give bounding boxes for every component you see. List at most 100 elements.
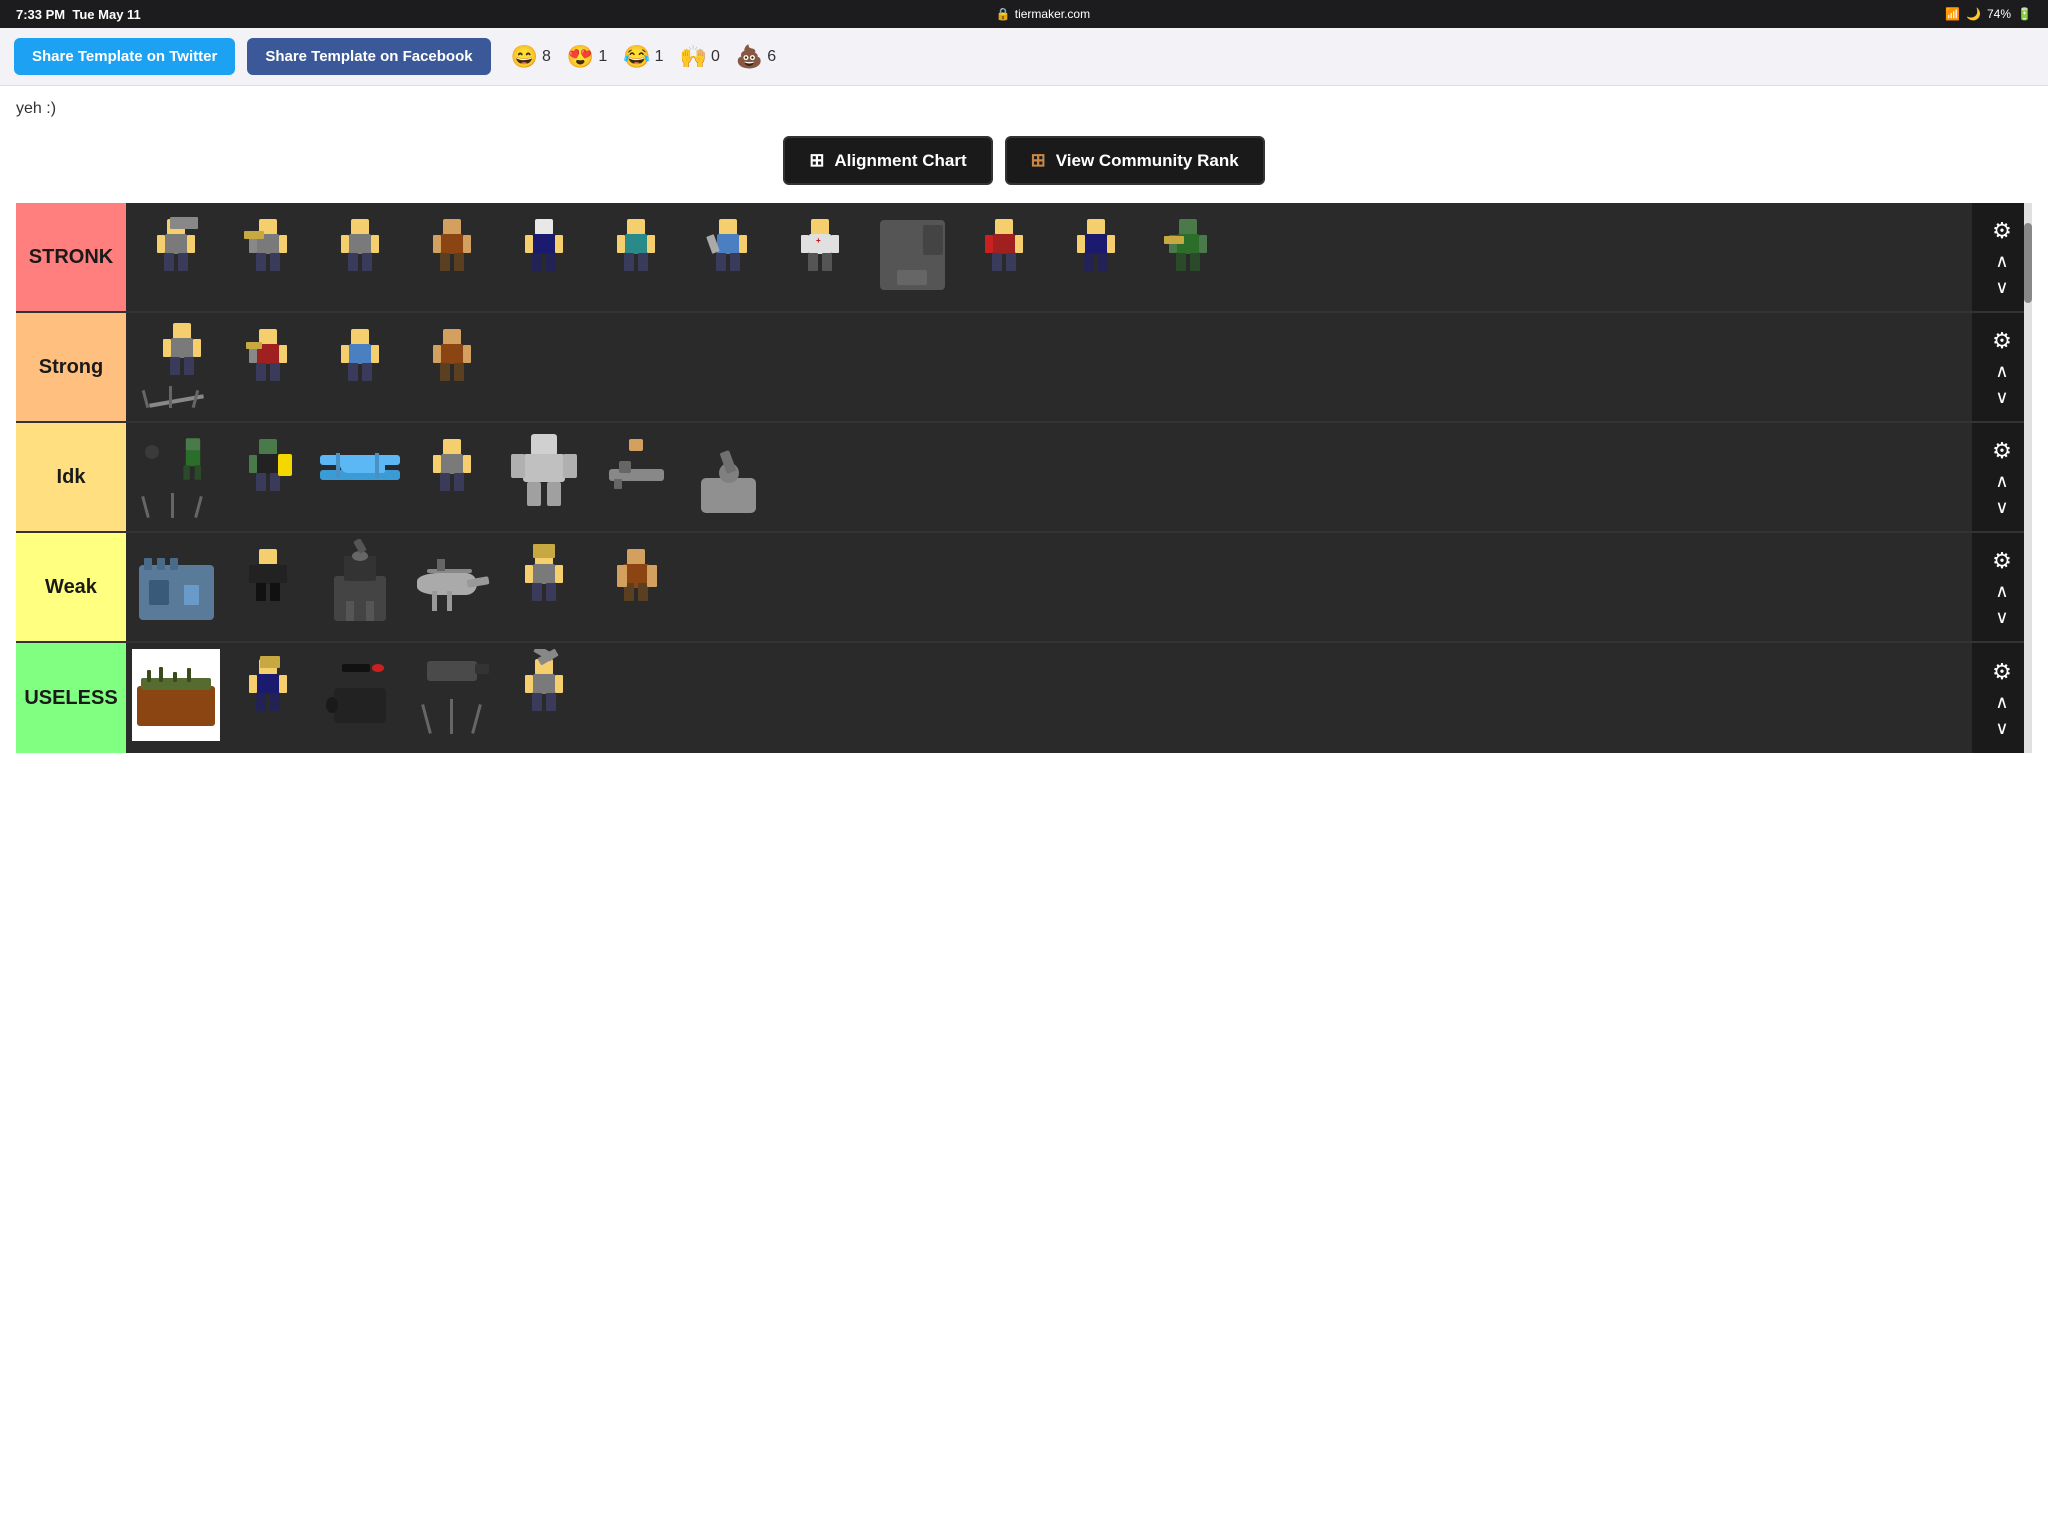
list-item[interactable] (132, 539, 220, 631)
tier-list: STRONK (16, 203, 2032, 753)
action-buttons-row: ⊞ Alignment Chart ⊞ View Community Rank (16, 136, 2032, 185)
tier-label-useless: USELESS (16, 643, 126, 753)
reaction-heart-eyes[interactable]: 😍 1 (567, 44, 607, 70)
battery-level: 74% (1987, 7, 2011, 21)
tier-controls-idk: ⚙ ∧ ∨ (1972, 423, 2032, 531)
happy-emoji: 😄 (511, 44, 538, 70)
list-item[interactable] (408, 429, 496, 521)
tier-controls-strong: ⚙ ∧ ∨ (1972, 313, 2032, 421)
alignment-chart-icon: ⊞ (809, 150, 824, 171)
list-item[interactable] (500, 429, 588, 521)
scrollbar-thumb[interactable] (2024, 223, 2032, 303)
alignment-chart-button[interactable]: ⊞ Alignment Chart (783, 136, 992, 185)
list-item[interactable] (132, 429, 220, 521)
gear-button-stronk[interactable]: ⚙ (1992, 218, 2012, 244)
view-community-rank-button[interactable]: ⊞ View Community Rank (1005, 136, 1265, 185)
down-button-useless[interactable]: ∨ (1995, 719, 2008, 737)
list-item[interactable] (592, 209, 680, 301)
up-button-idk[interactable]: ∧ (1995, 472, 2008, 490)
scrollbar[interactable] (2024, 203, 2032, 753)
wifi-icon: 📶 (1945, 7, 1960, 21)
status-bar: 7:33 PM Tue May 11 🔒 tiermaker.com 📶 🌙 7… (0, 0, 2048, 28)
reaction-happy[interactable]: 😄 8 (511, 44, 551, 70)
tier-row-weak: Weak (16, 533, 2032, 643)
tier-controls-stronk: ⚙ ∧ ∨ (1972, 203, 2032, 311)
heart-eyes-count: 1 (598, 48, 607, 66)
tier-label-stronk: STRONK (16, 203, 126, 311)
tier-list-wrapper: STRONK (16, 203, 2032, 753)
laughing-count: 1 (655, 48, 664, 66)
list-item[interactable] (224, 319, 312, 411)
list-item[interactable] (500, 209, 588, 301)
tier-row-stronk: STRONK (16, 203, 2032, 313)
gear-button-useless[interactable]: ⚙ (1992, 659, 2012, 685)
list-item[interactable] (316, 539, 404, 631)
reaction-praise[interactable]: 🙌 0 (680, 44, 720, 70)
list-item[interactable] (868, 209, 956, 301)
list-item[interactable] (1144, 209, 1232, 301)
list-item[interactable] (592, 539, 680, 631)
happy-count: 8 (542, 48, 551, 66)
list-item[interactable] (224, 649, 312, 741)
status-right: 📶 🌙 74% 🔋 (1945, 7, 2032, 21)
poop-emoji: 💩 (736, 44, 763, 70)
list-item[interactable] (684, 429, 772, 521)
up-button-weak[interactable]: ∧ (1995, 582, 2008, 600)
down-button-weak[interactable]: ∨ (1995, 608, 2008, 626)
list-item[interactable] (316, 209, 404, 301)
list-item[interactable] (132, 319, 220, 411)
list-item[interactable] (500, 539, 588, 631)
tier-row-strong: Strong (16, 313, 2032, 423)
lock-icon: 🔒 (996, 7, 1011, 21)
gear-button-idk[interactable]: ⚙ (1992, 438, 2012, 464)
tier-controls-useless: ⚙ ∧ ∨ (1972, 643, 2032, 753)
list-item[interactable] (316, 319, 404, 411)
up-button-strong[interactable]: ∧ (1995, 362, 2008, 380)
list-item[interactable] (960, 209, 1048, 301)
tier-label-idk: Idk (16, 423, 126, 531)
moon-icon: 🌙 (1966, 7, 1981, 21)
tier-row-idk: Idk (16, 423, 2032, 533)
share-facebook-button[interactable]: Share Template on Facebook (247, 38, 490, 75)
toolbar: Share Template on Twitter Share Template… (0, 28, 2048, 86)
community-rank-icon: ⊞ (1031, 150, 1046, 171)
list-item[interactable]: + (776, 209, 864, 301)
status-time: 7:33 PM Tue May 11 (16, 7, 141, 22)
praise-emoji: 🙌 (680, 44, 707, 70)
list-item[interactable] (1052, 209, 1140, 301)
poop-count: 6 (767, 48, 776, 66)
tier-items-stronk: + (126, 203, 1972, 311)
gear-button-strong[interactable]: ⚙ (1992, 328, 2012, 354)
down-button-strong[interactable]: ∨ (1995, 388, 2008, 406)
down-button-idk[interactable]: ∨ (1995, 498, 2008, 516)
reaction-laughing[interactable]: 😂 1 (623, 44, 663, 70)
community-rank-label: View Community Rank (1056, 151, 1239, 171)
list-item[interactable] (684, 209, 772, 301)
tier-items-useless (126, 643, 1972, 753)
list-item[interactable] (408, 319, 496, 411)
list-item[interactable] (224, 539, 312, 631)
tier-items-strong (126, 313, 1972, 421)
tier-controls-weak: ⚙ ∧ ∨ (1972, 533, 2032, 641)
list-item[interactable] (224, 429, 312, 521)
down-button-stronk[interactable]: ∨ (1995, 278, 2008, 296)
list-item[interactable] (132, 209, 220, 301)
list-item[interactable] (316, 429, 404, 521)
user-comment: yeh :) (16, 100, 2032, 118)
tier-items-idk (126, 423, 1972, 531)
list-item[interactable] (316, 649, 404, 741)
share-twitter-button[interactable]: Share Template on Twitter (14, 38, 235, 75)
list-item[interactable] (224, 209, 312, 301)
gear-button-weak[interactable]: ⚙ (1992, 548, 2012, 574)
tier-label-strong: Strong (16, 313, 126, 421)
praise-count: 0 (711, 48, 720, 66)
list-item[interactable] (408, 539, 496, 631)
list-item[interactable] (132, 649, 220, 741)
list-item[interactable] (408, 649, 496, 741)
list-item[interactable] (408, 209, 496, 301)
list-item[interactable] (500, 649, 588, 741)
up-button-stronk[interactable]: ∧ (1995, 252, 2008, 270)
up-button-useless[interactable]: ∧ (1995, 693, 2008, 711)
reaction-poop[interactable]: 💩 6 (736, 44, 776, 70)
list-item[interactable] (592, 429, 680, 521)
